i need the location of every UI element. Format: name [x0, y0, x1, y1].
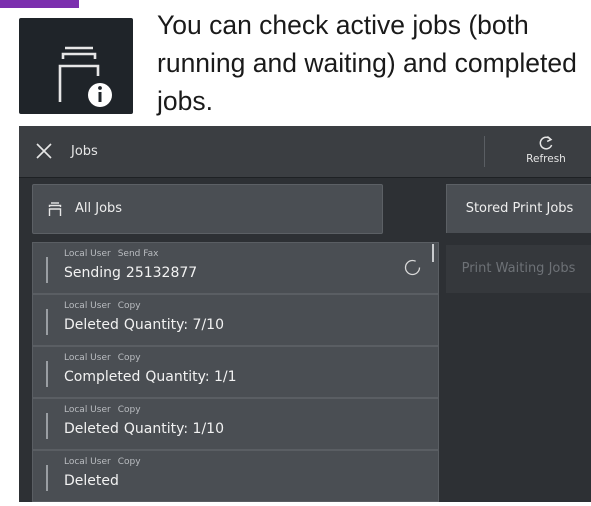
job-user: Local User [64, 249, 111, 259]
progress-spinner-icon [404, 259, 421, 276]
close-button[interactable] [32, 139, 56, 163]
job-user: Local User [64, 301, 111, 311]
job-type: Copy [117, 301, 141, 311]
accent-tab [0, 0, 79, 8]
job-user: Local User [64, 353, 111, 363]
job-row-4[interactable]: Local User Copy Deleted [32, 450, 439, 502]
print-waiting-jobs-button[interactable]: Print Waiting Jobs [446, 245, 591, 293]
job-indicator [46, 413, 48, 439]
job-status: Deleted [64, 473, 119, 489]
title-bar: Jobs Refresh [19, 126, 591, 178]
close-icon [36, 143, 52, 159]
all-jobs-button[interactable]: All Jobs [32, 184, 383, 234]
job-row-2[interactable]: Local User Copy Completed Quantity: 1/1 [32, 346, 439, 398]
job-stack-icon [48, 202, 62, 216]
refresh-icon [539, 136, 553, 150]
refresh-button[interactable]: Refresh [511, 132, 581, 172]
job-detail: Quantity: 7/10 [123, 317, 224, 333]
stored-print-jobs-button[interactable]: Stored Print Jobs [446, 184, 591, 233]
job-type: Send Fax [117, 249, 159, 259]
job-type: Copy [117, 353, 141, 363]
refresh-label: Refresh [526, 153, 566, 165]
job-status: Sending [64, 265, 121, 281]
job-status-info-icon [19, 18, 133, 114]
job-detail: Quantity: 1/1 [145, 369, 237, 385]
job-user: Local User [64, 457, 111, 467]
job-status: Deleted [64, 421, 119, 437]
job-status: Completed [64, 369, 141, 385]
job-row-3[interactable]: Local User Copy Deleted Quantity: 1/10 [32, 398, 439, 450]
job-row-1[interactable]: Local User Copy Deleted Quantity: 7/10 [32, 294, 439, 346]
page-title: Jobs [71, 144, 98, 159]
job-indicator [46, 257, 48, 283]
all-jobs-label: All Jobs [75, 201, 123, 216]
job-indicator [46, 465, 48, 491]
jobs-panel: Jobs Refresh All Jobs Stored Print Jobs … [19, 126, 591, 502]
job-indicator [46, 309, 48, 335]
job-indicator [46, 361, 48, 387]
job-row-0[interactable]: Local User Send Fax Sending 25132877 [32, 242, 439, 294]
job-status: Deleted [64, 317, 119, 333]
job-detail: 25132877 [125, 265, 198, 281]
intro-text: You can check active jobs (both running … [157, 10, 577, 116]
job-user: Local User [64, 405, 111, 415]
job-type: Copy [117, 457, 141, 467]
title-divider [484, 136, 485, 167]
job-detail: Quantity: 1/10 [123, 421, 224, 437]
job-type: Copy [117, 405, 141, 415]
job-list-scrollbar[interactable] [432, 244, 434, 262]
